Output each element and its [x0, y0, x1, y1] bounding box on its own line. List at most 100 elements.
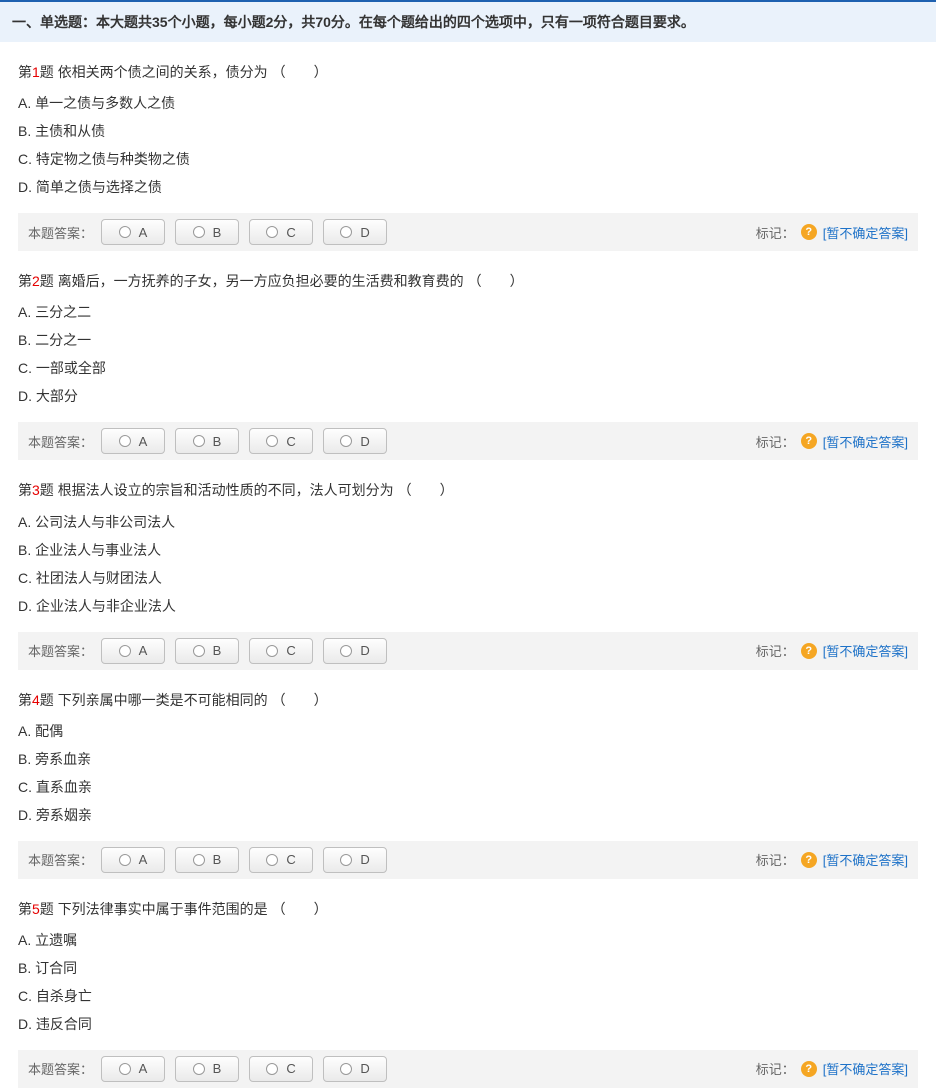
help-icon[interactable]: ? [801, 643, 817, 659]
mark-label: 标记： [756, 432, 795, 451]
question-text: 依相关两个债之间的关系，债分为 （ ） [58, 64, 328, 80]
question-text: 根据法人设立的宗旨和活动性质的不同，法人可划分为 （ ） [58, 482, 454, 498]
choice-button-a[interactable]: A [101, 638, 165, 664]
option-item: B. 主债和从债 [18, 117, 918, 145]
answer-label: 本题答案： [28, 1059, 93, 1078]
choice-button-c[interactable]: C [249, 1056, 313, 1082]
unsure-link[interactable]: [暂不确定答案] [823, 641, 908, 660]
radio-icon [193, 1063, 205, 1075]
option-item: D. 企业法人与非企业法人 [18, 592, 918, 620]
option-item: A. 立遗嘱 [18, 926, 918, 954]
radio-icon [266, 645, 278, 657]
choice-button-a[interactable]: A [101, 847, 165, 873]
radio-icon [193, 435, 205, 447]
question-prefix: 第 [18, 273, 32, 289]
choice-button-a[interactable]: A [101, 219, 165, 245]
option-item: B. 旁系血亲 [18, 745, 918, 773]
question-stem: 第3题 根据法人设立的宗旨和活动性质的不同，法人可划分为 （ ） [18, 478, 918, 503]
answer-bar: 本题答案： A B C D 标记：? [暂不确定答案] [18, 841, 918, 879]
option-item: D. 违反合同 [18, 1010, 918, 1038]
choice-button-d[interactable]: D [323, 1056, 387, 1082]
radio-icon [119, 1063, 131, 1075]
mark-label: 标记： [756, 850, 795, 869]
choice-label: C [286, 1061, 295, 1076]
option-list: A. 公司法人与非公司法人B. 企业法人与事业法人C. 社团法人与财团法人D. … [18, 508, 918, 620]
question-suffix: 题 [40, 273, 58, 289]
option-item: A. 公司法人与非公司法人 [18, 508, 918, 536]
option-item: A. 单一之债与多数人之债 [18, 89, 918, 117]
question-number: 5 [32, 901, 40, 917]
choice-button-d[interactable]: D [323, 219, 387, 245]
choice-label: B [213, 1061, 222, 1076]
choice-label: D [360, 1061, 369, 1076]
radio-icon [193, 226, 205, 238]
question-block: 第2题 离婚后，一方抚养的子女，另一方应负担必要的生活费和教育费的 （ ）A. … [0, 251, 936, 460]
choice-button-b[interactable]: B [175, 638, 239, 664]
choice-button-a[interactable]: A [101, 428, 165, 454]
mark-label: 标记： [756, 223, 795, 242]
radio-icon [340, 435, 352, 447]
choice-label: C [286, 225, 295, 240]
unsure-link[interactable]: [暂不确定答案] [823, 432, 908, 451]
unsure-link[interactable]: [暂不确定答案] [823, 1059, 908, 1078]
option-item: C. 直系血亲 [18, 773, 918, 801]
radio-icon [266, 1063, 278, 1075]
option-list: A. 三分之二B. 二分之一C. 一部或全部D. 大部分 [18, 298, 918, 410]
radio-icon [193, 645, 205, 657]
choice-button-b[interactable]: B [175, 428, 239, 454]
unsure-link[interactable]: [暂不确定答案] [823, 223, 908, 242]
radio-icon [266, 854, 278, 866]
choice-button-c[interactable]: C [249, 847, 313, 873]
choice-button-c[interactable]: C [249, 428, 313, 454]
question-stem: 第4题 下列亲属中哪一类是不可能相同的 （ ） [18, 688, 918, 713]
question-suffix: 题 [40, 692, 58, 708]
choice-label: B [213, 434, 222, 449]
answer-bar: 本题答案： A B C D 标记：? [暂不确定答案] [18, 1050, 918, 1088]
question-block: 第1题 依相关两个债之间的关系，债分为 （ ）A. 单一之债与多数人之债B. 主… [0, 42, 936, 251]
option-list: A. 配偶B. 旁系血亲C. 直系血亲D. 旁系姻亲 [18, 717, 918, 829]
option-list: A. 立遗嘱B. 订合同C. 自杀身亡D. 违反合同 [18, 926, 918, 1038]
choice-button-d[interactable]: D [323, 847, 387, 873]
help-icon[interactable]: ? [801, 433, 817, 449]
choice-label: C [286, 643, 295, 658]
option-item: C. 自杀身亡 [18, 982, 918, 1010]
question-prefix: 第 [18, 64, 32, 80]
radio-icon [340, 645, 352, 657]
radio-icon [193, 854, 205, 866]
choice-button-b[interactable]: B [175, 1056, 239, 1082]
help-icon[interactable]: ? [801, 852, 817, 868]
option-item: C. 一部或全部 [18, 354, 918, 382]
option-list: A. 单一之债与多数人之债B. 主债和从债C. 特定物之债与种类物之债D. 简单… [18, 89, 918, 201]
choice-label: B [213, 852, 222, 867]
radio-icon [119, 226, 131, 238]
choice-button-b[interactable]: B [175, 847, 239, 873]
option-item: B. 二分之一 [18, 326, 918, 354]
option-item: D. 旁系姻亲 [18, 801, 918, 829]
choice-label: B [213, 643, 222, 658]
choice-label: A [139, 643, 148, 658]
radio-icon [119, 645, 131, 657]
choice-button-a[interactable]: A [101, 1056, 165, 1082]
question-prefix: 第 [18, 692, 32, 708]
question-number: 4 [32, 692, 40, 708]
choice-button-d[interactable]: D [323, 428, 387, 454]
question-block: 第4题 下列亲属中哪一类是不可能相同的 （ ） A. 配偶B. 旁系血亲C. 直系… [0, 670, 936, 879]
answer-label: 本题答案： [28, 850, 93, 869]
mark-label: 标记： [756, 1059, 795, 1078]
question-prefix: 第 [18, 482, 32, 498]
option-item: B. 订合同 [18, 954, 918, 982]
choice-button-d[interactable]: D [323, 638, 387, 664]
radio-icon [266, 226, 278, 238]
help-icon[interactable]: ? [801, 1061, 817, 1077]
choice-label: D [360, 852, 369, 867]
unsure-link[interactable]: [暂不确定答案] [823, 850, 908, 869]
choice-label: D [360, 643, 369, 658]
choice-button-b[interactable]: B [175, 219, 239, 245]
help-icon[interactable]: ? [801, 224, 817, 240]
question-text: 离婚后，一方抚养的子女，另一方应负担必要的生活费和教育费的 （ ） [58, 273, 524, 289]
choice-button-c[interactable]: C [249, 638, 313, 664]
mark-area: 标记：? [暂不确定答案] [756, 223, 908, 242]
choice-label: A [139, 852, 148, 867]
radio-icon [266, 435, 278, 447]
choice-button-c[interactable]: C [249, 219, 313, 245]
